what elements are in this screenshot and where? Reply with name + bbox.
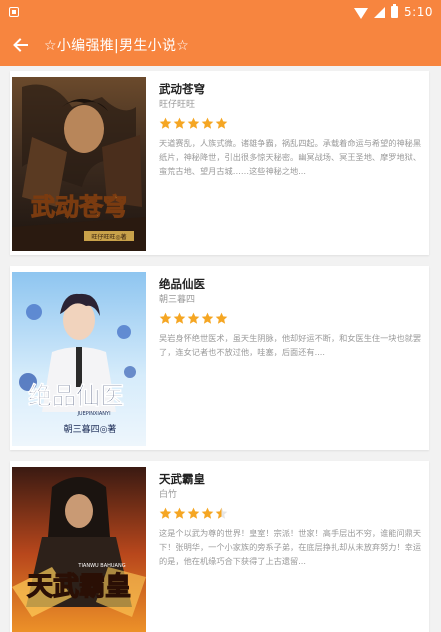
- book-card[interactable]: 武动苍穹 旺仔旺旺◎著 武动苍穹 旺仔旺旺 天道赛乱，人族式微。诸雄争霸，祸乱四…: [10, 71, 429, 255]
- book-card[interactable]: 天武霸皇 TIANWU BAHUANG 天武霸皇 白竹 这是个以武为尊的世界！皇…: [10, 461, 429, 632]
- book-description: 天道赛乱，人族式微。诸雄争霸，祸乱四起。承载着命运与希望的神秘黑纸片，神秘降世，…: [159, 138, 422, 176]
- cover-image-tianwu: 天武霸皇 TIANWU BAHUANG: [12, 467, 146, 632]
- cover-title-text: 绝品仙医: [28, 381, 124, 410]
- book-info: 天武霸皇 白竹 这是个以武为尊的世界！皇室！宗派！世家！高手层出不穷，谁能问鼎天…: [159, 471, 424, 568]
- cover-title-text: 天武霸皇: [27, 572, 131, 602]
- star-icon: [201, 117, 214, 129]
- signal-icon: [374, 6, 386, 18]
- back-arrow-icon: [13, 38, 28, 52]
- star-icon: [215, 312, 228, 324]
- rating-stars: [159, 312, 424, 326]
- book-author: 白竹: [159, 490, 178, 500]
- status-time: 5:10: [404, 5, 433, 19]
- book-title[interactable]: 天武霸皇: [159, 471, 424, 487]
- cover-author-text: 朝三暮四◎著: [64, 423, 117, 435]
- cover-author-text: 旺仔旺旺◎著: [91, 233, 126, 241]
- cover-image-wudong: 武动苍穹 旺仔旺旺◎著: [12, 77, 146, 251]
- cover-title-text: 武动苍穹: [31, 192, 127, 221]
- battery-icon: [391, 4, 399, 18]
- star-icon: [159, 312, 172, 324]
- star-icon: [201, 507, 214, 519]
- star-icon: [187, 312, 200, 324]
- star-icon: [187, 117, 200, 129]
- book-cover[interactable]: 天武霸皇 TIANWU BAHUANG: [12, 467, 146, 632]
- star-icon: [187, 507, 200, 519]
- cover-pinyin-text: JUEPINXIANYI: [76, 411, 110, 417]
- star-icon: [201, 312, 214, 324]
- book-cover[interactable]: 绝品仙医 JUEPINXIANYI 朝三暮四◎著: [12, 272, 146, 446]
- star-icon: [159, 117, 172, 129]
- book-description: 吴岩身怀绝世医术，虽天生阴脉，他却好运不断，和女医生住一块也就罢了，连女记者也不…: [159, 333, 422, 357]
- book-info: 绝品仙医 朝三暮四 吴岩身怀绝世医术，虽天生阴脉，他却好运不断，和女医生住一块也…: [159, 276, 424, 359]
- rating-stars: [159, 507, 424, 521]
- book-author: 旺仔旺旺: [159, 100, 196, 110]
- cover-pinyin-text: TIANWU BAHUANG: [77, 563, 125, 569]
- star-icon: [215, 507, 228, 519]
- book-title[interactable]: 武动苍穹: [159, 81, 424, 97]
- rating-stars: [159, 117, 424, 131]
- wifi-icon: [354, 7, 369, 19]
- toolbar: ☆小编强推|男生小说☆: [0, 24, 441, 66]
- book-card[interactable]: 绝品仙医 JUEPINXIANYI 朝三暮四◎著 绝品仙医 朝三暮四 吴岩身怀绝…: [10, 266, 429, 450]
- cover-image-juepin: 绝品仙医 JUEPINXIANYI 朝三暮四◎著: [12, 272, 146, 446]
- book-list[interactable]: 武动苍穹 旺仔旺旺◎著 武动苍穹 旺仔旺旺 天道赛乱，人族式微。诸雄争霸，祸乱四…: [0, 66, 441, 632]
- book-cover[interactable]: 武动苍穹 旺仔旺旺◎著: [12, 77, 146, 251]
- book-description: 这是个以武为尊的世界！皇室！宗派！世家！高手层出不穷，谁能问鼎天下！张明华，一个…: [159, 528, 422, 566]
- star-icon: [173, 507, 186, 519]
- book-info: 武动苍穹 旺仔旺旺 天道赛乱，人族式微。诸雄争霸，祸乱四起。承载着命运与希望的神…: [159, 81, 424, 178]
- star-icon: [159, 507, 172, 519]
- star-icon: [215, 117, 228, 129]
- book-title[interactable]: 绝品仙医: [159, 276, 424, 292]
- star-icon: [173, 312, 186, 324]
- back-button[interactable]: [0, 24, 40, 66]
- notification-icon: [9, 7, 19, 17]
- page-title: ☆小编强推|男生小说☆: [44, 38, 190, 54]
- book-author: 朝三暮四: [159, 295, 196, 305]
- status-bar: 5:10: [0, 0, 441, 24]
- status-icons: 5:10: [354, 4, 433, 19]
- star-icon: [173, 117, 186, 129]
